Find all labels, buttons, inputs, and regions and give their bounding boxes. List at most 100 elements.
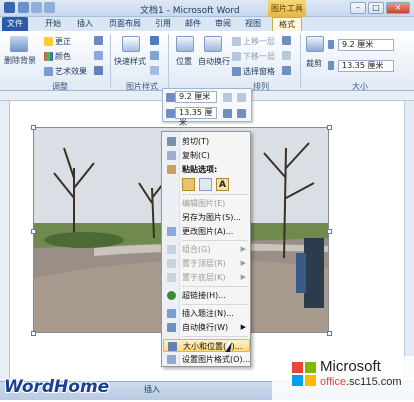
crop-button[interactable]: 裁剪 (306, 58, 322, 69)
menu-separator (182, 286, 248, 287)
rotate-icon[interactable] (237, 109, 246, 118)
maximize-button[interactable]: □ (368, 2, 384, 14)
quick-styles-button[interactable]: 快速样式 (114, 56, 146, 67)
resize-handle[interactable] (327, 229, 332, 234)
insert-mode-indicator[interactable]: 插入 (144, 384, 160, 395)
width-label-icon (328, 61, 336, 70)
height-field[interactable]: 9.2 厘米 (338, 39, 394, 51)
tab-review[interactable]: 审阅 (210, 17, 236, 31)
submenu-arrow-icon: ▶ (240, 259, 246, 267)
mini-toolbar: 9.2 厘米 13.35 厘米 (162, 88, 252, 127)
menu-bring-to-front[interactable]: 置于顶层(R) ▶ (163, 257, 250, 270)
mini-height-field[interactable]: 9.2 厘米 (175, 91, 217, 103)
selection-pane-label: 选择窗格 (243, 67, 275, 76)
crop-icon (306, 36, 324, 52)
tab-file[interactable]: 文件 (2, 17, 28, 31)
selection-pane-button[interactable]: 选择窗格 (232, 66, 275, 77)
tab-format[interactable]: 格式 (272, 17, 302, 31)
bring-to-front-icon (167, 259, 176, 268)
menu-format-picture[interactable]: 设置图片格式(O)... (163, 353, 250, 366)
mini-width-field[interactable]: 13.35 厘米 (175, 107, 217, 127)
close-button[interactable]: × (386, 2, 410, 14)
resize-handle[interactable] (31, 331, 36, 336)
menu-insert-caption[interactable]: 插入题注(N)... (163, 307, 250, 320)
align-icon (282, 36, 291, 45)
correct-label: 更正 (55, 37, 71, 46)
menu-cut[interactable]: 剪切(T) (163, 135, 250, 148)
menu-wrap-text-label: 自动换行(W) (182, 323, 229, 332)
tab-view[interactable]: 视图 (240, 17, 266, 31)
height-icon (328, 40, 334, 49)
tab-references[interactable]: 引用 (150, 17, 176, 31)
align-button[interactable] (282, 36, 293, 45)
send-backward-icon (232, 52, 241, 61)
menu-change-picture-label: 更改图片(A)... (182, 227, 234, 236)
menu-separator (182, 304, 248, 305)
rotate-button[interactable] (282, 66, 293, 75)
tab-home[interactable]: 开始 (40, 17, 66, 31)
resize-handle[interactable] (327, 331, 332, 336)
group-icon (167, 245, 176, 254)
menu-copy[interactable]: 复制(C) (163, 149, 250, 162)
menu-hyperlink[interactable]: 超链接(H)... (163, 289, 250, 302)
group-icon[interactable] (223, 93, 232, 102)
change-picture-button[interactable] (94, 51, 105, 60)
tab-insert[interactable]: 插入 (72, 17, 98, 31)
resize-handle[interactable] (31, 125, 36, 130)
wrap-text-button[interactable]: 自动换行 (198, 56, 230, 67)
menu-save-as-picture-label: 另存为图片(S)... (182, 213, 241, 222)
tab-mailings[interactable]: 邮件 (180, 17, 206, 31)
correct-button[interactable]: 更正 (44, 36, 71, 47)
menu-save-as-picture[interactable]: 另存为图片(S)... (163, 211, 250, 224)
redo-icon[interactable] (44, 2, 55, 13)
microsoft-text: Microsoft (320, 358, 381, 375)
bring-forward-button[interactable]: 上移一层 (232, 36, 275, 47)
wrap-icon (167, 323, 176, 332)
resize-handle[interactable] (327, 125, 332, 130)
menu-send-to-back[interactable]: 置于底层(K) ▶ (163, 271, 250, 284)
menu-insert-caption-label: 插入题注(N)... (182, 309, 234, 318)
paste-text-only-icon[interactable]: A (216, 178, 229, 191)
send-backward-button[interactable]: 下移一层 (232, 51, 275, 62)
menu-group[interactable]: 组合(G) ▶ (163, 243, 250, 256)
menu-wrap-text[interactable]: 自动换行(W) ▶ (163, 321, 250, 334)
copy-icon (167, 151, 176, 160)
reset-icon (94, 66, 103, 75)
submenu-arrow-icon: ▶ (240, 245, 246, 253)
window-title: 文档1 - Microsoft Word (140, 6, 240, 16)
picture-border-button[interactable] (150, 36, 161, 45)
remove-background-button[interactable]: 删除背景 (4, 55, 36, 66)
undo-icon[interactable] (31, 2, 42, 13)
paste-keep-source-icon[interactable] (182, 178, 195, 191)
change-picture-icon (167, 227, 176, 236)
rotate-icon (282, 66, 291, 75)
menu-separator (182, 240, 248, 241)
artistic-effects-button[interactable]: 艺术效果 (44, 66, 87, 77)
tab-page-layout[interactable]: 页面布局 (104, 17, 146, 31)
menu-edit-picture[interactable]: 编辑图片(E) (163, 197, 250, 210)
save-icon[interactable] (18, 2, 29, 13)
menu-size-and-position[interactable]: 大小和位置(Z)... (163, 339, 250, 352)
resize-handle[interactable] (31, 229, 36, 234)
quick-styles-icon (122, 36, 140, 52)
picture-layout-button[interactable] (150, 66, 161, 75)
picture-tools-label: 图片工具 (268, 0, 306, 17)
group-button[interactable] (282, 51, 293, 60)
menu-change-picture[interactable]: 更改图片(A)... (163, 225, 250, 238)
width-field[interactable]: 13.35 厘米 (338, 60, 394, 72)
minimize-button[interactable]: – (350, 2, 366, 14)
bring-forward-icon[interactable] (237, 93, 246, 102)
vertical-scrollbar[interactable] (404, 101, 414, 381)
compress-button[interactable] (94, 36, 105, 45)
color-button[interactable]: 颜色 (44, 51, 71, 62)
menu-paste-options: 粘贴选项: (163, 163, 250, 176)
site-domain-part: .sc115.com (346, 376, 402, 388)
hyperlink-icon (167, 291, 176, 300)
palette-icon (44, 52, 53, 61)
picture-effects-button[interactable] (150, 51, 161, 60)
position-button[interactable]: 位置 (176, 56, 192, 67)
reset-picture-button[interactable] (94, 66, 105, 75)
crop-icon[interactable] (223, 109, 232, 118)
paste-picture-icon[interactable] (199, 178, 212, 191)
width-icon (166, 109, 175, 118)
